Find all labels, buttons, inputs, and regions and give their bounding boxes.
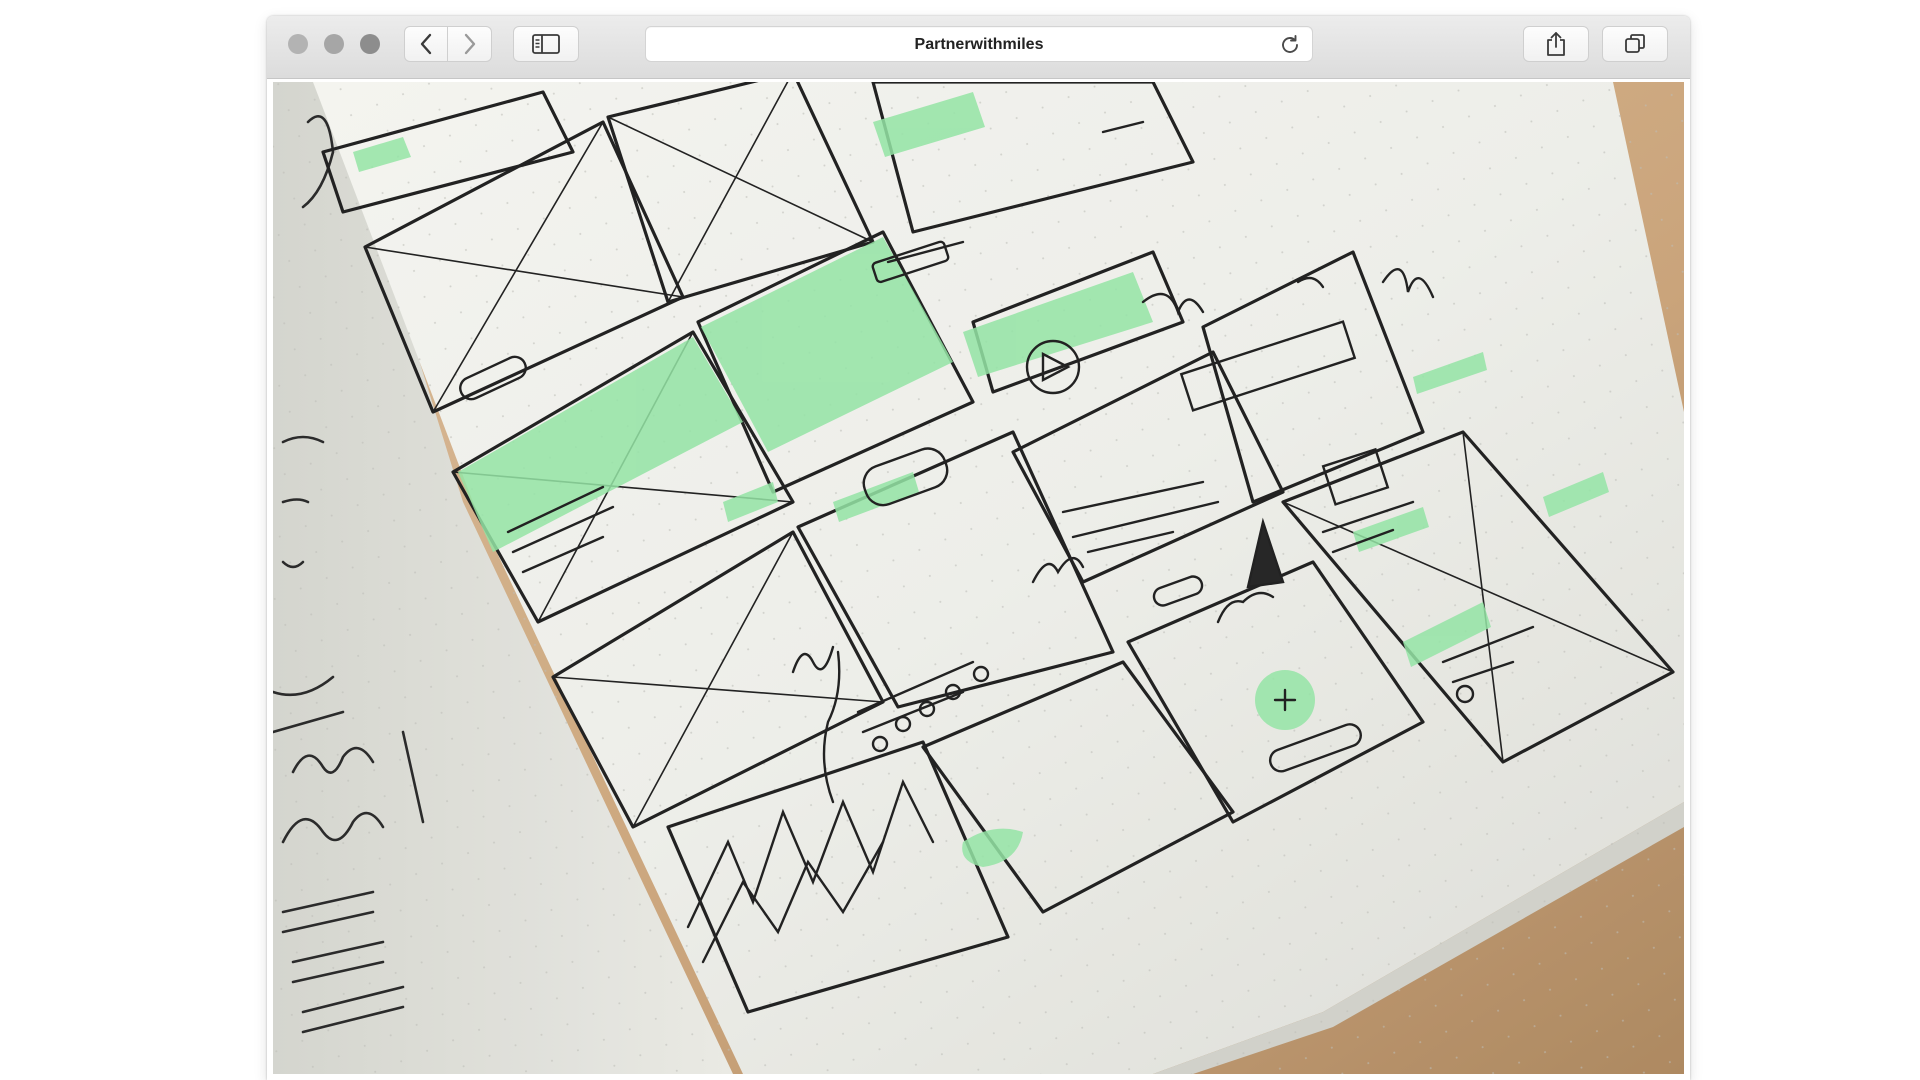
sidebar-icon (532, 34, 560, 54)
close-window-button[interactable] (288, 34, 308, 54)
zoom-window-button[interactable] (360, 34, 380, 54)
address-bar[interactable]: Partnerwithmiles (645, 26, 1313, 62)
chevron-left-icon (420, 33, 432, 55)
show-tabs-button[interactable] (1602, 26, 1668, 62)
forward-button[interactable] (448, 26, 492, 62)
back-button[interactable] (404, 26, 448, 62)
wireframe-sketch-photo (273, 82, 1684, 1074)
browser-window: Partnerwithmiles (267, 16, 1690, 1080)
share-button[interactable] (1523, 26, 1589, 62)
share-icon (1547, 32, 1565, 56)
webpage-content (273, 82, 1684, 1074)
reload-icon[interactable] (1278, 33, 1302, 57)
chevron-right-icon (464, 33, 475, 55)
sidebar-toggle-button[interactable] (513, 26, 579, 62)
browser-toolbar: Partnerwithmiles (267, 16, 1690, 79)
address-text: Partnerwithmiles (914, 36, 1044, 53)
tabs-icon (1625, 34, 1645, 53)
minimize-window-button[interactable] (324, 34, 344, 54)
